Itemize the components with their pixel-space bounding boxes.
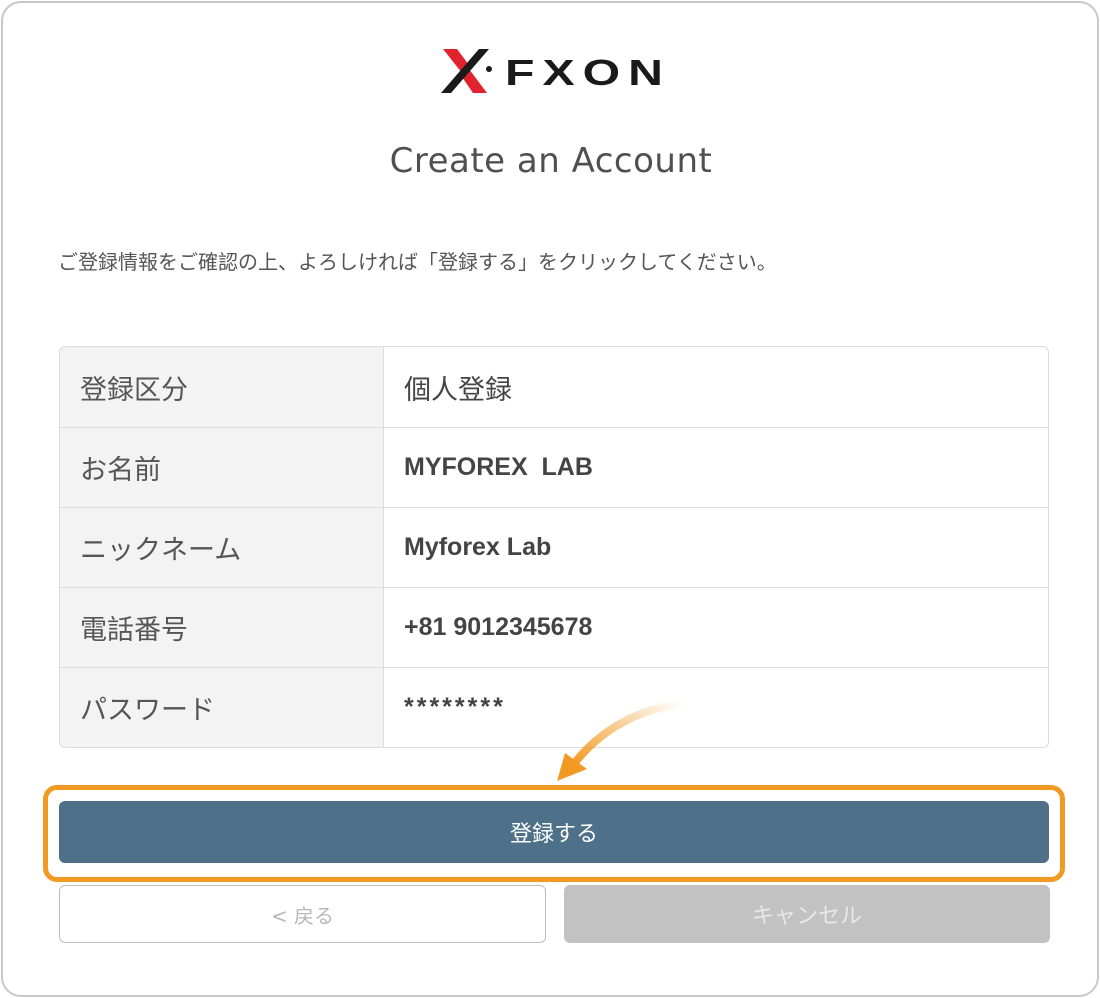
row-label: 登録区分 <box>60 347 384 427</box>
fxon-logo: FXON <box>441 49 671 93</box>
row-label: パスワード <box>60 668 384 747</box>
row-label: 電話番号 <box>60 588 384 667</box>
confirmation-table: 登録区分 個人登録 お名前 MYFOREX LAB ニックネーム Myforex… <box>59 346 1049 748</box>
row-label: お名前 <box>60 428 384 507</box>
table-row: お名前 MYFOREX LAB <box>60 427 1048 507</box>
cancel-button[interactable]: キャンセル <box>564 885 1050 943</box>
instruction-text: ご登録情報をご確認の上、よろしければ「登録する」をクリックしてください。 <box>58 250 777 274</box>
table-row: 登録区分 個人登録 <box>60 347 1048 427</box>
fxon-logo-mark-icon <box>441 49 492 93</box>
row-value: MYFOREX LAB <box>404 453 593 481</box>
table-row: 電話番号 +81 9012345678 <box>60 587 1048 667</box>
page-title: Create an Account <box>389 141 713 181</box>
row-value: Myforex Lab <box>404 533 552 561</box>
row-value: 個人登録 <box>404 374 512 406</box>
row-label: ニックネーム <box>60 508 384 587</box>
pointer-arrow-icon <box>557 699 687 781</box>
register-button[interactable]: 登録する <box>59 801 1049 863</box>
back-button[interactable]: < 戻る <box>59 885 546 943</box>
account-confirmation-panel: FXON Create an Account ご登録情報をご確認の上、よろしけれ… <box>1 1 1099 997</box>
fxon-logo-text: FXON <box>505 52 671 93</box>
row-value: ******** <box>404 693 506 721</box>
row-value: +81 9012345678 <box>404 613 593 641</box>
table-row: ニックネーム Myforex Lab <box>60 507 1048 587</box>
